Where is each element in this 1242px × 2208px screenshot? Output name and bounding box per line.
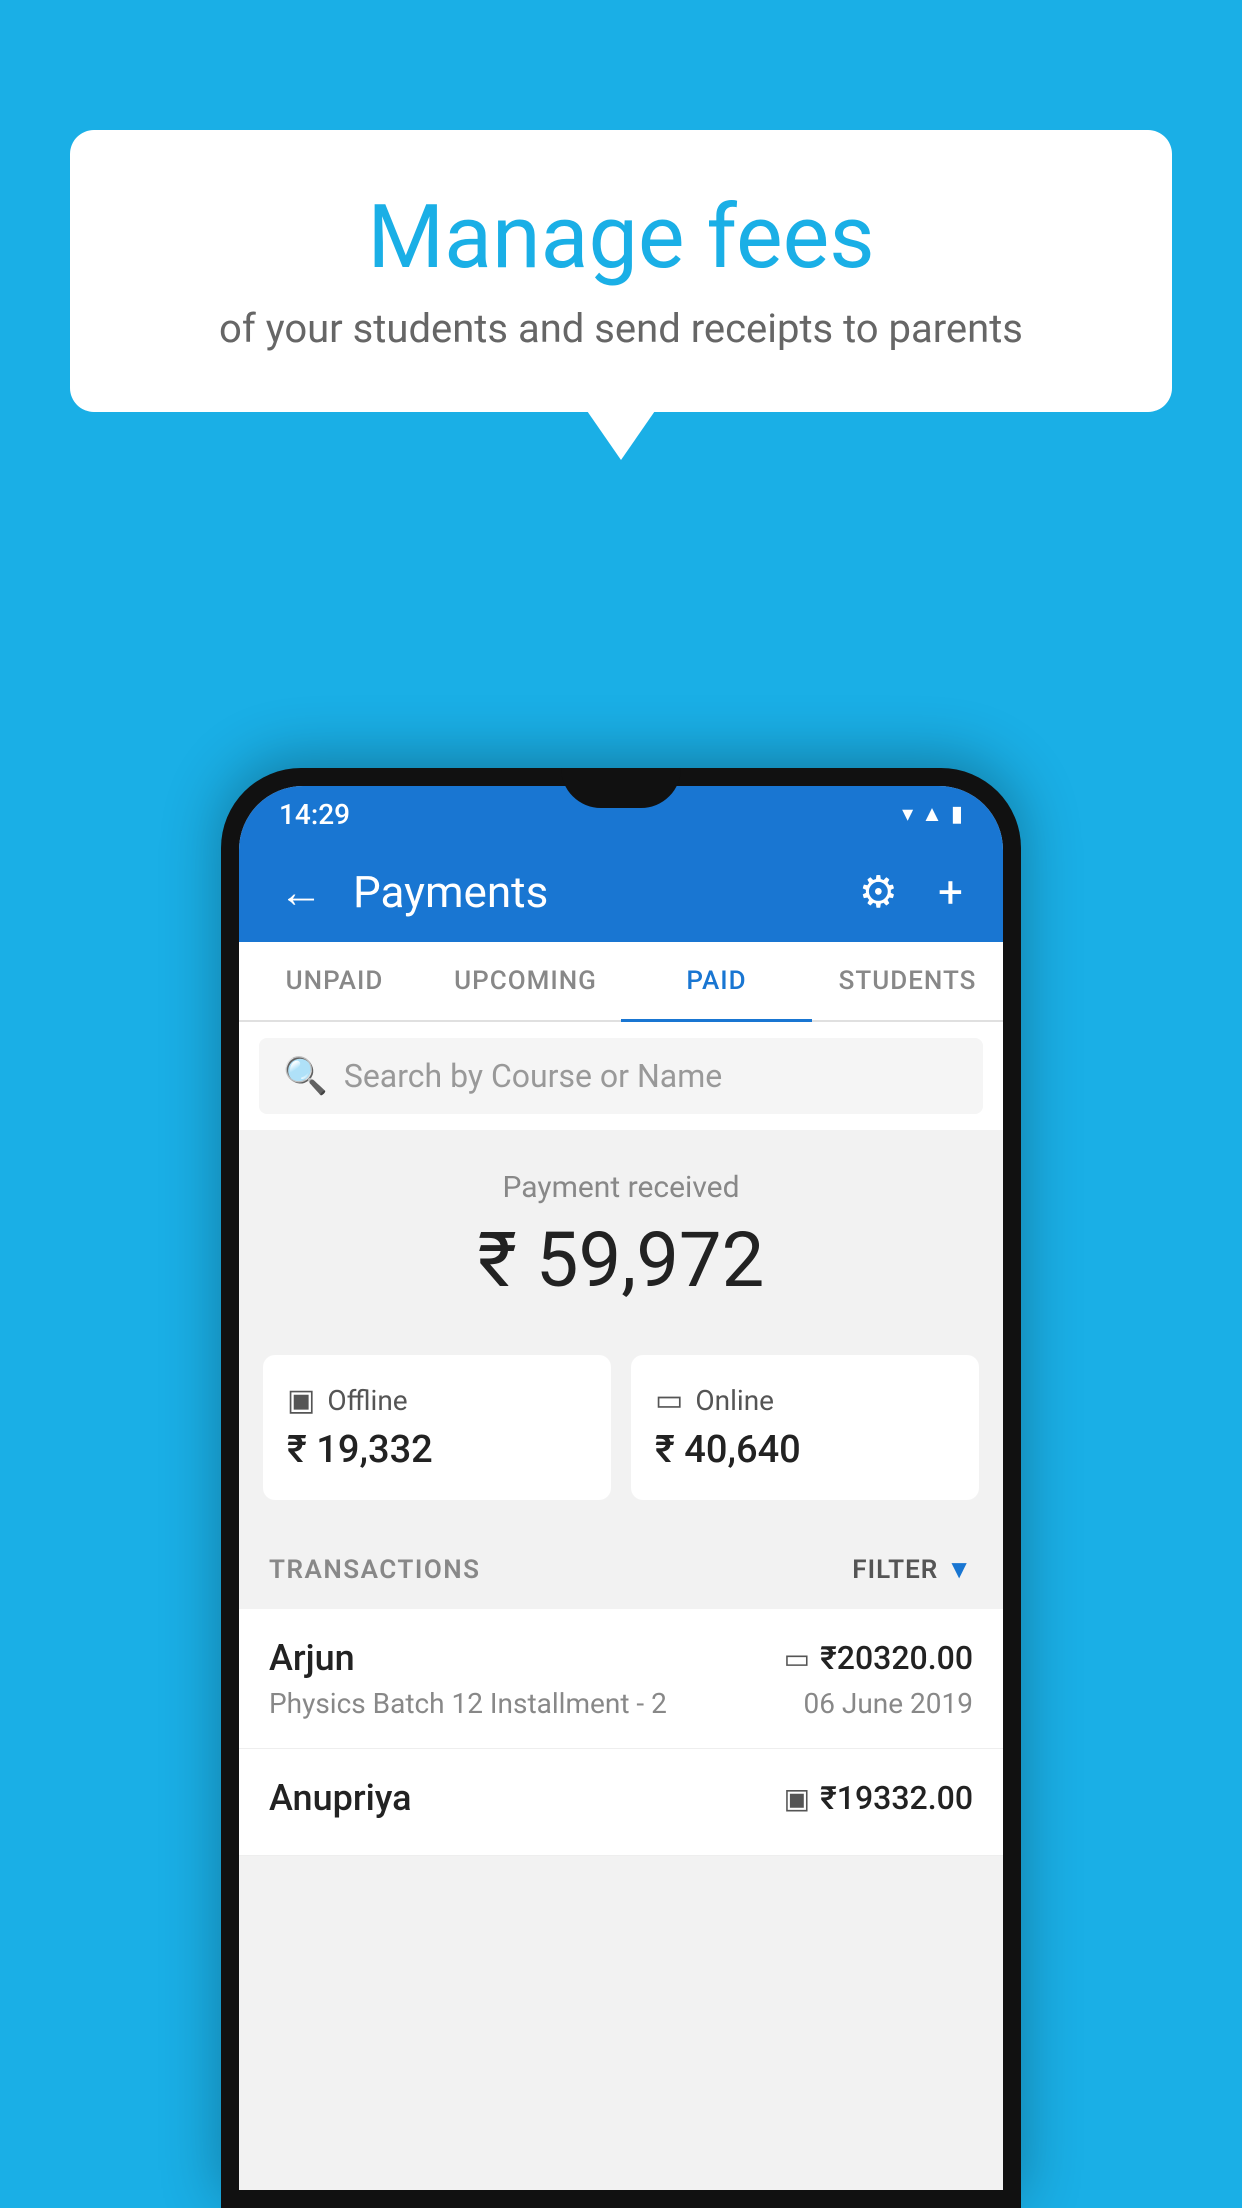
tabs: UNPAID UPCOMING PAID STUDENTS (239, 942, 1003, 1022)
offline-amount: ₹ 19,332 (287, 1428, 587, 1472)
online-icon: ▭ (655, 1383, 683, 1418)
payment-amount: ₹ 59,972 (269, 1215, 973, 1305)
transaction-date: 06 June 2019 (803, 1687, 973, 1720)
search-bar[interactable]: 🔍 Search by Course or Name (259, 1038, 983, 1114)
payment-modes: ▣ Offline ₹ 19,332 ▭ Online ₹ 40,640 (239, 1335, 1003, 1530)
tab-paid[interactable]: PAID (621, 942, 812, 1020)
status-icons: ▾ ▲ ▮ (902, 801, 963, 827)
payment-received-label: Payment received (269, 1170, 973, 1205)
offline-card: ▣ Offline ₹ 19,332 (263, 1355, 611, 1500)
online-card: ▭ Online ₹ 40,640 (631, 1355, 979, 1500)
transactions-label: TRANSACTIONS (269, 1555, 481, 1585)
transaction-amount: ₹20320.00 (820, 1639, 973, 1677)
settings-button[interactable]: ⚙ (849, 856, 908, 928)
transaction-course: Physics Batch 12 Installment - 2 (269, 1687, 667, 1720)
phone-frame: 14:29 ▾ ▲ ▮ ← Payments ⚙ + UNPAID UPCOMI… (221, 768, 1021, 2208)
transactions-header: TRANSACTIONS FILTER ▼ (239, 1530, 1003, 1609)
tab-students[interactable]: STUDENTS (812, 942, 1003, 1020)
add-button[interactable]: + (928, 856, 973, 928)
search-placeholder: Search by Course or Name (344, 1057, 722, 1095)
filter-button[interactable]: FILTER ▼ (852, 1554, 973, 1585)
wifi-icon: ▾ (902, 802, 913, 827)
search-bar-wrapper: 🔍 Search by Course or Name (239, 1022, 1003, 1130)
transaction-mode-icon: ▭ (784, 1642, 810, 1675)
tab-upcoming[interactable]: UPCOMING (430, 942, 621, 1020)
transaction-row[interactable]: Arjun ▭ ₹20320.00 Physics Batch 12 Insta… (239, 1609, 1003, 1749)
speech-bubble-container: Manage fees of your students and send re… (70, 130, 1172, 412)
online-amount: ₹ 40,640 (655, 1428, 955, 1472)
app-bar-title: Payments (353, 866, 829, 918)
transaction-row[interactable]: Anupriya ▣ ₹19332.00 (239, 1749, 1003, 1856)
signal-icon: ▲ (921, 801, 943, 827)
status-time: 14:29 (279, 798, 350, 831)
bubble-title: Manage fees (150, 190, 1092, 287)
transaction-amount: ₹19332.00 (820, 1779, 973, 1817)
transaction-mode-icon: ▣ (784, 1782, 810, 1815)
search-icon: 🔍 (283, 1055, 328, 1097)
transaction-name: Arjun (269, 1637, 355, 1679)
offline-icon: ▣ (287, 1383, 315, 1418)
offline-label: Offline (327, 1384, 407, 1417)
filter-icon: ▼ (946, 1554, 973, 1585)
filter-label: FILTER (852, 1555, 938, 1585)
transaction-name: Anupriya (269, 1777, 412, 1819)
tab-unpaid[interactable]: UNPAID (239, 942, 430, 1020)
battery-icon: ▮ (951, 802, 963, 827)
app-bar: ← Payments ⚙ + (239, 842, 1003, 942)
speech-bubble: Manage fees of your students and send re… (70, 130, 1172, 412)
phone-screen: 14:29 ▾ ▲ ▮ ← Payments ⚙ + UNPAID UPCOMI… (239, 786, 1003, 2190)
app-bar-actions: ⚙ + (849, 856, 973, 928)
payment-received-section: Payment received ₹ 59,972 (239, 1130, 1003, 1335)
online-label: Online (695, 1384, 774, 1417)
back-button[interactable]: ← (269, 856, 333, 928)
bubble-subtitle: of your students and send receipts to pa… (150, 305, 1092, 352)
